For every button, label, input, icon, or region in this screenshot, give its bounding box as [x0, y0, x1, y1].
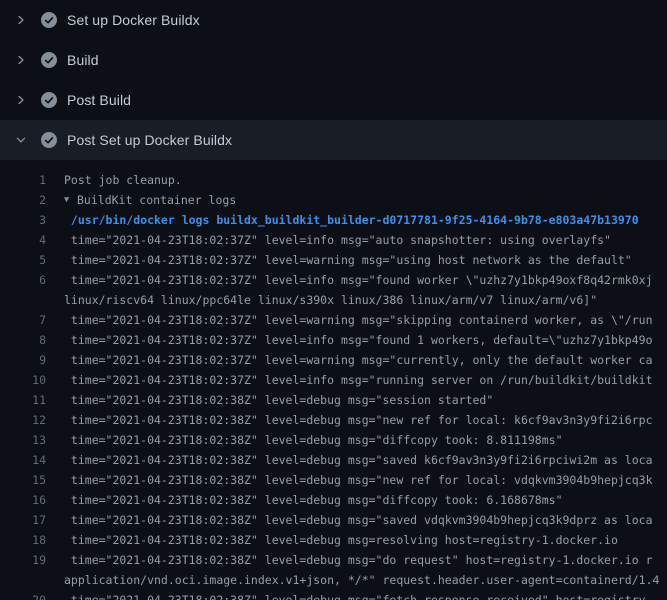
log-line-number[interactable]: 13	[0, 430, 46, 450]
log-line-text: time="2021-04-23T18:02:38Z" level=debug …	[64, 510, 667, 530]
step-title: Set up Docker Buildx	[67, 12, 200, 28]
log-group-label: BuildKit container logs	[77, 193, 236, 207]
log-line-text: time="2021-04-23T18:02:38Z" level=debug …	[64, 430, 667, 450]
log-line-number[interactable]: 20	[0, 590, 46, 600]
log-line-number[interactable]: 18	[0, 530, 46, 550]
log-line-number[interactable]: 4	[0, 230, 46, 250]
step-header-build[interactable]: Build	[0, 40, 667, 80]
log-line-text: Post job cleanup.	[64, 170, 667, 190]
step-header-set-up-docker-buildx[interactable]: Set up Docker Buildx	[0, 0, 667, 40]
log-line: 1 Post job cleanup.	[0, 170, 667, 190]
log-line: 16 time="2021-04-23T18:02:38Z" level=deb…	[0, 490, 667, 510]
step-title: Build	[67, 52, 99, 68]
log-line: 20 time="2021-04-23T18:02:38Z" level=deb…	[0, 590, 667, 600]
log-line-text: time="2021-04-23T18:02:38Z" level=debug …	[64, 470, 667, 490]
log-group-toggle[interactable]: ▼BuildKit container logs	[64, 190, 667, 210]
log-line-text: time="2021-04-23T18:02:37Z" level=info m…	[64, 330, 667, 350]
check-circle-icon	[41, 92, 57, 108]
log-line-number[interactable]: 14	[0, 450, 46, 470]
step-header-post-set-up-docker-buildx[interactable]: Post Set up Docker Buildx	[0, 120, 667, 160]
log-line-text: time="2021-04-23T18:02:37Z" level=warnin…	[64, 350, 667, 370]
log-line-number[interactable]: 15	[0, 470, 46, 490]
log-line-text: time="2021-04-23T18:02:38Z" level=debug …	[64, 390, 667, 410]
log-line-number[interactable]: 16	[0, 490, 46, 510]
log-line-number[interactable]: 19	[0, 550, 46, 570]
log-line-text: time="2021-04-23T18:02:38Z" level=debug …	[64, 450, 667, 470]
log-line: 15 time="2021-04-23T18:02:38Z" level=deb…	[0, 470, 667, 490]
check-circle-icon	[41, 132, 57, 148]
log-line-text: time="2021-04-23T18:02:37Z" level=warnin…	[64, 310, 667, 330]
log-line-wrap: linux/riscv64 linux/ppc64le linux/s390x …	[0, 290, 667, 310]
log-command-text: /usr/bin/docker logs buildx_buildkit_bui…	[64, 210, 667, 230]
log-line: 3 /usr/bin/docker logs buildx_buildkit_b…	[0, 210, 667, 230]
log-line-number[interactable]: 11	[0, 390, 46, 410]
log-line-text: time="2021-04-23T18:02:38Z" level=debug …	[64, 590, 667, 600]
log-line: 18 time="2021-04-23T18:02:38Z" level=deb…	[0, 530, 667, 550]
log-line-text: time="2021-04-23T18:02:37Z" level=warnin…	[64, 250, 667, 270]
steps-list: Set up Docker Buildx Build Post Build Post …	[0, 0, 667, 160]
check-circle-icon	[41, 12, 57, 28]
chevron-right-icon	[15, 94, 27, 106]
chevron-right-icon	[15, 14, 27, 26]
log-line: 5 time="2021-04-23T18:02:37Z" level=warn…	[0, 250, 667, 270]
log-line-text: time="2021-04-23T18:02:38Z" level=debug …	[64, 410, 667, 430]
chevron-down-icon	[15, 134, 27, 146]
check-circle-icon	[41, 52, 57, 68]
log-line-number[interactable]: 3	[0, 210, 46, 230]
log-line-number[interactable]: 7	[0, 310, 46, 330]
chevron-right-icon	[15, 54, 27, 66]
log-line-text: application/vnd.oci.image.index.v1+json,…	[64, 570, 667, 590]
step-title: Post Set up Docker Buildx	[67, 132, 232, 148]
log-line: 7 time="2021-04-23T18:02:37Z" level=warn…	[0, 310, 667, 330]
log-line: 17 time="2021-04-23T18:02:38Z" level=deb…	[0, 510, 667, 530]
log-line: 10 time="2021-04-23T18:02:37Z" level=inf…	[0, 370, 667, 390]
log-line: 12 time="2021-04-23T18:02:38Z" level=deb…	[0, 410, 667, 430]
log-line: 8 time="2021-04-23T18:02:37Z" level=info…	[0, 330, 667, 350]
step-title: Post Build	[67, 92, 131, 108]
log-line-text: time="2021-04-23T18:02:38Z" level=debug …	[64, 550, 667, 570]
log-line-number[interactable]: 6	[0, 270, 46, 290]
log-line-number[interactable]: 1	[0, 170, 46, 190]
step-header-post-build[interactable]: Post Build	[0, 80, 667, 120]
log-lines: 1 Post job cleanup. 2 ▼BuildKit container l…	[0, 160, 667, 600]
workflow-log-panel: Set up Docker Buildx Build Post Build Post …	[0, 0, 667, 600]
log-line: 11 time="2021-04-23T18:02:38Z" level=deb…	[0, 390, 667, 410]
log-line-number[interactable]: 17	[0, 510, 46, 530]
log-line: 2 ▼BuildKit container logs	[0, 190, 667, 210]
log-line-number[interactable]: 2	[0, 190, 46, 210]
log-line-text: time="2021-04-23T18:02:38Z" level=debug …	[64, 490, 667, 510]
log-line-text: time="2021-04-23T18:02:37Z" level=info m…	[64, 270, 667, 290]
triangle-down-icon: ▼	[64, 190, 77, 210]
log-line: 9 time="2021-04-23T18:02:37Z" level=warn…	[0, 350, 667, 370]
log-line-number[interactable]: 10	[0, 370, 46, 390]
log-line: 14 time="2021-04-23T18:02:38Z" level=deb…	[0, 450, 667, 470]
log-line-number[interactable]: 9	[0, 350, 46, 370]
log-line: 13 time="2021-04-23T18:02:38Z" level=deb…	[0, 430, 667, 450]
log-line: 19 time="2021-04-23T18:02:38Z" level=deb…	[0, 550, 667, 570]
log-line: 6 time="2021-04-23T18:02:37Z" level=info…	[0, 270, 667, 290]
log-line-number[interactable]: 5	[0, 250, 46, 270]
log-line-text: time="2021-04-23T18:02:37Z" level=info m…	[64, 230, 667, 250]
log-line-text: time="2021-04-23T18:02:38Z" level=debug …	[64, 530, 667, 550]
log-line-wrap: application/vnd.oci.image.index.v1+json,…	[0, 570, 667, 590]
log-line: 4 time="2021-04-23T18:02:37Z" level=info…	[0, 230, 667, 250]
log-line-number[interactable]: 8	[0, 330, 46, 350]
log-line-text: linux/riscv64 linux/ppc64le linux/s390x …	[64, 290, 667, 310]
log-line-number[interactable]: 12	[0, 410, 46, 430]
log-line-text: time="2021-04-23T18:02:37Z" level=info m…	[64, 370, 667, 390]
